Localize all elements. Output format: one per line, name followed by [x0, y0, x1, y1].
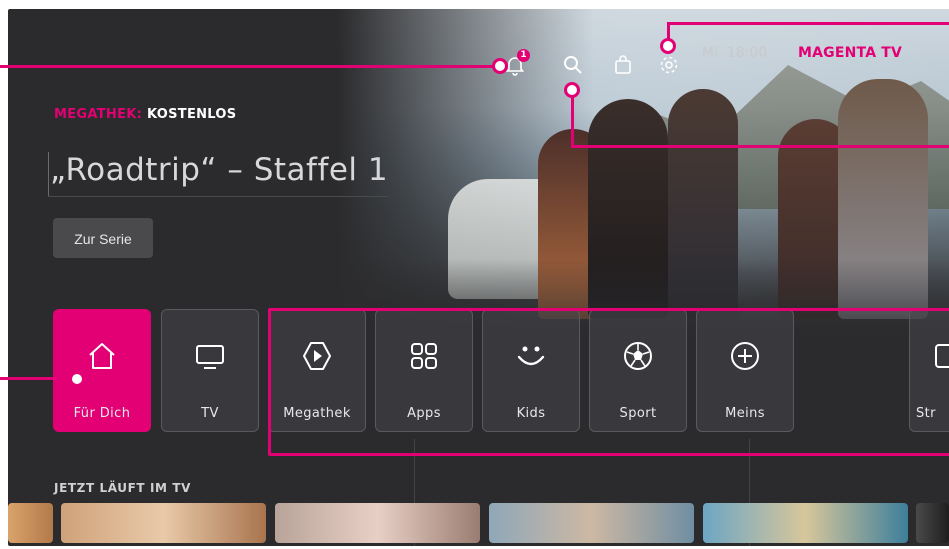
notification-callout-dot	[492, 58, 508, 74]
title-underline	[48, 196, 388, 197]
home-callout-dot	[69, 371, 85, 387]
tv-icon	[196, 345, 224, 369]
nav-tile-label: Für Dich	[73, 406, 131, 421]
search-callout-line	[571, 145, 949, 148]
brand-logo-text: MAGENTA TV	[798, 45, 903, 61]
search-icon[interactable]	[562, 54, 584, 76]
row-title: JETZT LÄUFT IM TV	[54, 481, 192, 495]
tv-thumbnail[interactable]	[275, 503, 480, 543]
zur-serie-button[interactable]: Zur Serie	[53, 218, 153, 258]
tv-thumbnail[interactable]	[703, 503, 908, 543]
tv-thumbnail[interactable]	[61, 503, 266, 543]
hero-title: „Roadtrip“ – Staffel 1	[50, 152, 389, 188]
eyebrow-accent: MEGATHEK:	[54, 107, 143, 122]
tv-thumbnail[interactable]	[489, 503, 694, 543]
home-callout-line	[0, 377, 76, 380]
hero-eyebrow: MEGATHEK: KOSTENLOS	[54, 107, 236, 122]
notification-callout-line	[0, 65, 497, 68]
title-cursor-line	[48, 152, 49, 196]
search-callout-dot	[564, 82, 580, 98]
settings-callout-line	[667, 22, 949, 25]
gear-icon[interactable]	[658, 54, 680, 76]
nav-tiles-callout	[268, 308, 949, 456]
settings-callout-dot	[660, 38, 676, 54]
home-icon	[89, 343, 115, 369]
nav-tile-tv[interactable]: TV	[161, 309, 259, 432]
tv-thumbnail[interactable]	[916, 503, 949, 543]
clock: Mi. 18:00	[702, 45, 768, 61]
tv-screen	[8, 9, 949, 546]
nav-tile-fuer-dich[interactable]: Für Dich	[53, 309, 151, 432]
notification-badge: 1	[517, 49, 530, 62]
tv-thumbnail[interactable]	[8, 503, 53, 543]
nav-tile-label: TV	[201, 406, 219, 421]
shopping-bag-icon[interactable]	[612, 54, 634, 76]
eyebrow-text: KOSTENLOS	[146, 107, 237, 122]
